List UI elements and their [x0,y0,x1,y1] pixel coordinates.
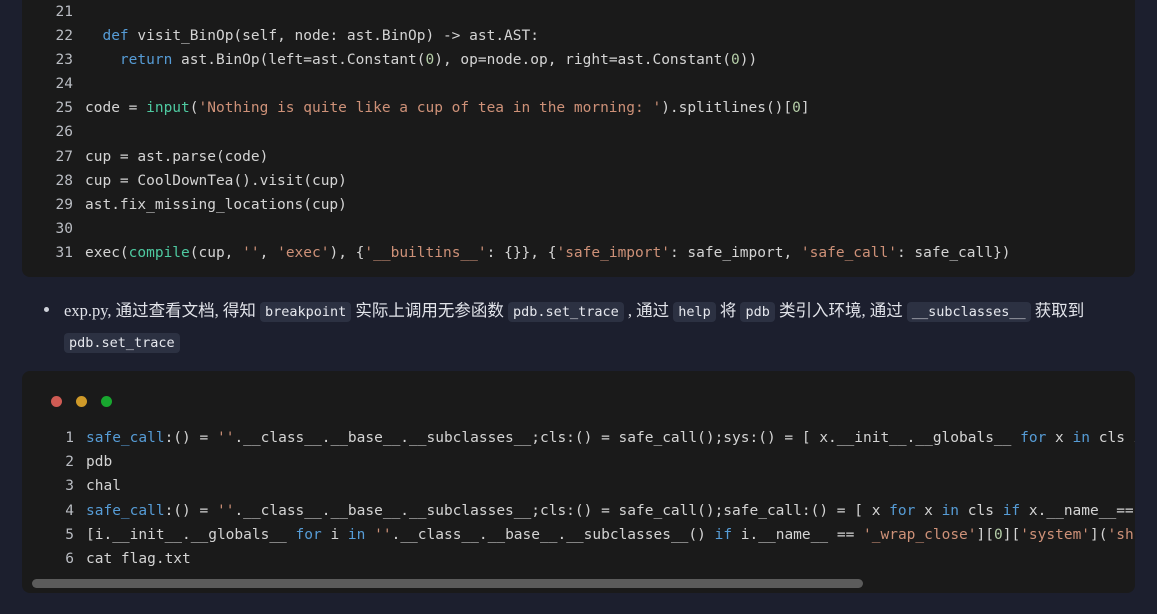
line-number: 28 [55,172,73,189]
inline-code-chip: pdb.set_trace [64,333,180,353]
close-dot-icon[interactable] [51,395,62,407]
inline-code-chip: __subclasses__ [906,302,1031,322]
code-line: 3 chal [44,474,1135,498]
code-line-text: pdb [86,454,113,471]
horizontal-scrollbar-thumb[interactable] [32,579,863,588]
exp-py-note: exp.py, 通过查看文档, 得知 breakpoint 实际上调用无参函数 … [34,296,1124,358]
note-text-run: 类引入环境, 通过 [774,301,907,320]
code-line: 4 safe_call:() = ''.__class__.__base__.__… [44,499,1135,523]
code-line-text: cat flag.txt [86,551,191,568]
code-line-text: return ast.BinOp(left=ast.Constant(0), o… [119,52,758,69]
line-number: 29 [55,196,73,213]
note-text-run: , 通过 [623,301,674,320]
code-line-text: safe_call:() = ''.__class__.__base__.__s… [86,430,1135,446]
terminal-code-block: 1 safe_call:() = ''.__class__.__base__.__… [22,371,1135,593]
line-number: 3 [65,478,74,495]
code-line: 23 return ast.BinOp(left=ast.Constant(0)… [22,48,1135,72]
terminal-code-lines: 1 safe_call:() = ''.__class__.__base__.__… [44,426,1135,571]
maximize-dot-icon[interactable] [101,395,112,407]
line-number: 6 [65,551,74,568]
terminal-code-scroll-area[interactable]: 1 safe_call:() = ''.__class__.__base__.__… [22,411,1135,571]
code-line-text: cup = ast.parse(code) [85,148,269,165]
bullet-dot-icon [44,307,49,312]
code-line-text: safe_call:() = ''.__class__.__base__.__s… [86,502,1135,519]
note-text-run: exp.py, 通过查看文档, 得知 [64,301,261,320]
line-number: 25 [55,100,73,117]
exp-py-note-text: exp.py, 通过查看文档, 得知 breakpoint 实际上调用无参函数 … [34,296,1124,358]
inline-code-chip: breakpoint [260,302,352,322]
code-line: 2 pdb [44,450,1135,474]
line-number: 1 [65,430,74,446]
code-line: 1 safe_call:() = ''.__class__.__base__.__… [44,426,1135,450]
minimize-dot-icon[interactable] [76,395,87,407]
line-number: 30 [55,220,73,237]
line-number: 26 [55,124,73,141]
inline-code-chip: pdb.set_trace [508,302,624,322]
note-text-run: 实际上调用无参函数 [351,301,509,320]
line-number: 21 [55,4,73,20]
code-line: 30 [22,217,1135,241]
code-line-text: cup = CoolDownTea().visit(cup) [85,172,347,189]
code-line-text: [i.__init__.__globals__ for i in ''.__cl… [86,526,1135,543]
python-source-code-block: 21 22 def visit_BinOp(self, node: ast.Bin… [22,0,1135,277]
line-number: 22 [55,28,73,45]
code-line: 27 cup = ast.parse(code) [22,145,1135,169]
line-number: 31 [55,244,73,261]
python-code-lines: 21 22 def visit_BinOp(self, node: ast.Bin… [22,0,1135,265]
horizontal-scrollbar[interactable] [32,579,1125,588]
note-text-run: 将 [715,301,741,320]
note-text-run: 获取到 [1030,301,1085,320]
python-code-scroll-area[interactable]: 21 22 def visit_BinOp(self, node: ast.Bin… [22,0,1135,265]
code-line: 26 [22,120,1135,144]
code-line: 28 cup = CoolDownTea().visit(cup) [22,169,1135,193]
line-number: 4 [65,502,74,519]
code-line-text: exec(compile(cup, '', 'exec'), {'__built… [85,244,1011,261]
code-line: 22 def visit_BinOp(self, node: ast.BinOp… [22,24,1135,48]
code-line: 6 cat flag.txt [44,547,1135,571]
code-line: 24 [22,72,1135,96]
page-root: 21 22 def visit_BinOp(self, node: ast.Bin… [0,0,1157,614]
line-number: 23 [55,52,73,69]
inline-code-chip: pdb [740,302,775,322]
code-line: 25 code = input('Nothing is quite like a … [22,96,1135,120]
terminal-titlebar [22,371,1135,411]
code-line-text: code = input('Nothing is quite like a cu… [85,100,810,117]
inline-code-chip: help [673,302,716,322]
code-line: 21 [22,0,1135,24]
line-number: 2 [65,454,74,471]
code-line-text: ast.fix_missing_locations(cup) [85,196,347,213]
code-line: 29 ast.fix_missing_locations(cup) [22,193,1135,217]
line-number: 27 [55,148,73,165]
code-line: 31 exec(compile(cup, '', 'exec'), {'__bui… [22,241,1135,265]
code-line-text: chal [86,478,121,495]
code-line-text: def visit_BinOp(self, node: ast.BinOp) -… [102,28,539,45]
line-number: 5 [65,526,74,543]
code-line: 5 [i.__init__.__globals__ for i in ''.__c… [44,523,1135,547]
line-number: 24 [55,76,73,93]
